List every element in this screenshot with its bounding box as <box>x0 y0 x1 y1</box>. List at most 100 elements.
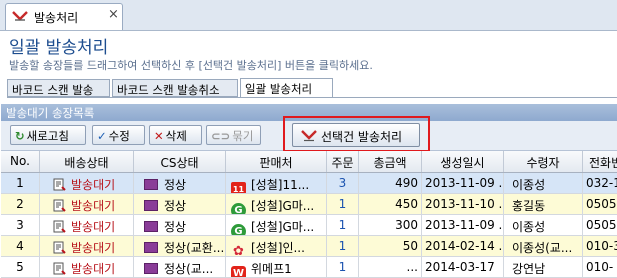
col-header-seller[interactable]: 판매처 <box>226 151 327 172</box>
created-cell: 2013-11-09 ... <box>422 215 504 235</box>
created-cell: 2013-11-10 ... <box>422 194 504 214</box>
status-cell: 발송대기 <box>40 194 134 214</box>
close-tab-icon[interactable]: × <box>108 7 119 22</box>
recipient-cell: 이종성 <box>504 173 583 193</box>
document-tab[interactable]: 발송처리 × <box>5 3 123 30</box>
highlight-box <box>283 116 430 152</box>
status-text: 발송대기 <box>71 199 116 213</box>
col-header-phone[interactable]: 전화번 <box>583 151 617 172</box>
cs-text: 정상 <box>164 220 187 234</box>
shipment-grid: No. 배송상태 CS상태 판매처 주문 총금액 생성일시 수령자 전화번 1 … <box>1 151 617 278</box>
col-header-cs[interactable]: CS상태 <box>134 151 226 172</box>
tab-batch-send[interactable]: 일괄 발송처리 <box>240 78 333 98</box>
col-header-no[interactable]: No. <box>1 151 40 172</box>
delete-button[interactable]: ✕ 삭제 <box>149 125 202 145</box>
recipient-cell: 이종성 <box>504 215 583 235</box>
tab-barcode-scan-cancel[interactable]: 바코드 스캔 발송취소 <box>112 79 238 97</box>
cs-text: 정상(교환... <box>164 241 225 255</box>
table-row[interactable]: 1 발송대기 정상 11 [성철]11... 3 490 2013-11-09 .… <box>1 173 617 194</box>
status-cell: 발송대기 <box>40 215 134 235</box>
gmarket-icon: G <box>231 224 246 235</box>
wemakeprice-icon: W <box>231 266 246 277</box>
refresh-button[interactable]: ↻ 새로고침 <box>10 125 86 145</box>
amount-cell: 300 <box>359 215 422 235</box>
group-label: 묶기 <box>232 129 254 143</box>
seller-text: [성철]G마... <box>251 220 315 234</box>
table-row[interactable]: 2 발송대기 정상 G [성철]G마... 1 450 2013-11-10 ..… <box>1 194 617 215</box>
status-cell: 발송대기 <box>40 236 134 256</box>
created-cell: 2014-02-14 ... <box>422 236 504 256</box>
col-header-orders[interactable]: 주문 <box>327 151 359 172</box>
row-no: 4 <box>1 236 40 256</box>
seller-cell: G [성철]G마... <box>226 194 327 214</box>
col-header-amount[interactable]: 총금액 <box>359 151 422 172</box>
receipt-icon <box>53 178 66 191</box>
row-no: 5 <box>1 257 40 277</box>
receipt-icon <box>53 220 66 233</box>
cs-text: 정상 <box>164 178 187 192</box>
table-row[interactable]: 5 발송대기 정상(교... W 위메프1 1 ... 2014-03-17 강연… <box>1 257 617 278</box>
document-tab-bar: 발송처리 × <box>0 0 617 31</box>
created-cell: 2014-03-17 <box>422 257 504 277</box>
amount-cell: ... <box>359 257 422 277</box>
check-icon: ✓ <box>97 129 107 143</box>
interpark-icon: ✿ <box>233 244 244 256</box>
cs-status-icon <box>144 221 158 232</box>
status-cell: 발송대기 <box>40 257 134 277</box>
row-no: 1 <box>1 173 40 193</box>
phone-cell: 0505- <box>586 218 617 232</box>
cs-cell: 정상 <box>134 194 226 214</box>
row-no: 3 <box>1 215 40 235</box>
seller-cell: W 위메프1 <box>226 257 327 277</box>
status-text: 발송대기 <box>71 262 116 276</box>
col-header-recipient[interactable]: 수령자 <box>504 151 583 172</box>
cs-cell: 정상 <box>134 215 226 235</box>
phone-cell: 010- <box>586 260 614 274</box>
group-button[interactable]: ⊂⊃ 묶기 <box>206 125 261 145</box>
recipient-cell: 이종성(교... <box>504 236 583 256</box>
seller-cell: ✿ [성철]인... <box>226 236 327 256</box>
cs-text: 정상(교... <box>164 262 214 276</box>
row-no: 2 <box>1 194 40 214</box>
status-cell: 발송대기 <box>40 173 134 193</box>
orders-cell: 1 <box>327 257 359 277</box>
orders-cell: 1 <box>327 194 359 214</box>
page-title: 일괄 발송처리 <box>9 38 109 58</box>
grid-header-row: No. 배송상태 CS상태 판매처 주문 총금액 생성일시 수령자 전화번 <box>1 151 617 173</box>
gmarket-icon: G <box>231 203 246 214</box>
table-row[interactable]: 4 발송대기 정상(교환... ✿ [성철]인... 1 50 2014-02-1… <box>1 236 617 257</box>
table-row[interactable]: 3 발송대기 정상 G [성철]G마... 1 300 2013-11-09 ..… <box>1 215 617 236</box>
seller-text: 위메프1 <box>251 262 292 276</box>
cs-status-icon <box>144 179 158 190</box>
recipient-cell: 강연남 <box>504 257 583 277</box>
col-header-status[interactable]: 배송상태 <box>40 151 134 172</box>
refresh-label: 새로고침 <box>26 129 69 143</box>
cs-cell: 정상 <box>134 173 226 193</box>
orders-cell: 3 <box>327 173 359 193</box>
cs-cell: 정상(교... <box>134 257 226 277</box>
document-tab-title: 발송처리 <box>34 11 79 25</box>
11st-icon: 11 <box>231 182 246 193</box>
orders-cell: 1 <box>327 215 359 235</box>
phone-cell: 0505- <box>586 197 617 211</box>
refresh-icon: ↻ <box>15 129 25 143</box>
col-header-created[interactable]: 생성일시 <box>422 151 504 172</box>
receipt-icon <box>53 241 66 254</box>
seller-text: [성철]G마... <box>251 199 315 213</box>
receipt-icon <box>53 199 66 212</box>
delete-icon: ✕ <box>154 129 164 143</box>
tab-barcode-scan-send[interactable]: 바코드 스캔 발송 <box>7 79 110 97</box>
delete-label: 삭제 <box>165 129 187 143</box>
send-app-icon <box>12 11 28 21</box>
edit-button[interactable]: ✓ 수정 <box>92 125 145 145</box>
edit-label: 수정 <box>108 129 130 143</box>
cs-cell: 정상(교환... <box>134 236 226 256</box>
receipt-icon <box>53 262 66 275</box>
phone-cell: 032-1 <box>586 176 617 190</box>
amount-cell: 50 <box>359 236 422 256</box>
cs-status-icon <box>144 242 158 253</box>
mode-tabs: 바코드 스캔 발송 바코드 스캔 발송취소 일괄 발송처리 <box>7 78 613 98</box>
tab-divider <box>7 97 617 98</box>
amount-cell: 490 <box>359 173 422 193</box>
seller-cell: 11 [성철]11... <box>226 173 327 193</box>
